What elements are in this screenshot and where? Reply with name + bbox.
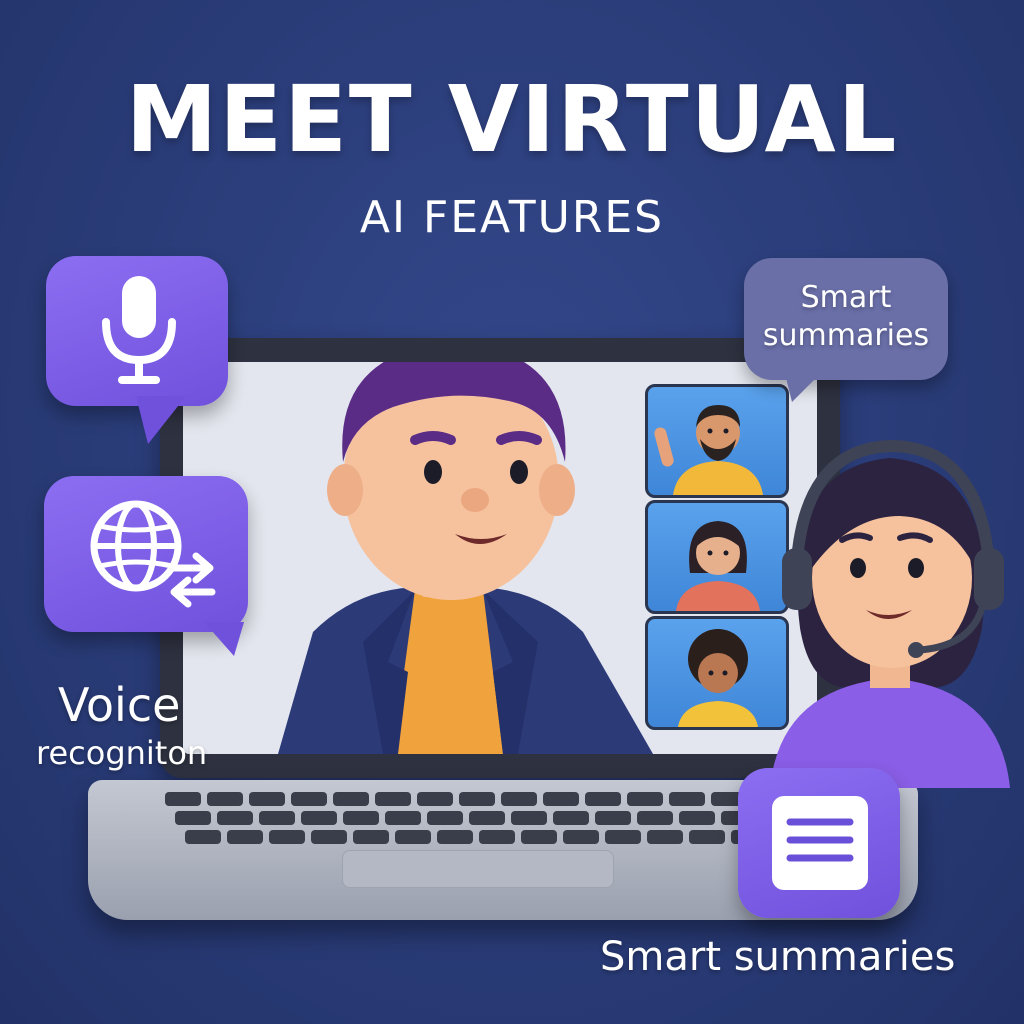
keyboard-key (353, 830, 389, 844)
keyboard (165, 792, 767, 848)
keyboard-key (669, 792, 705, 806)
keyboard-key (417, 792, 453, 806)
keyboard-key (207, 792, 243, 806)
keyboard-key (553, 811, 589, 825)
summary-chip-line2: summaries (762, 318, 930, 353)
keyboard-key (647, 830, 683, 844)
keyboard-key (595, 811, 631, 825)
keyboard-key (563, 830, 599, 844)
keyboard-key (217, 811, 253, 825)
keyboard-key (375, 792, 411, 806)
participant-tile[interactable] (645, 384, 789, 498)
keyboard-key (543, 792, 579, 806)
keyboard-key (227, 830, 263, 844)
keyboard-key (605, 830, 641, 844)
summary-chip[interactable]: Smart summaries (744, 258, 948, 402)
keyboard-key (311, 830, 347, 844)
keyboard-key (385, 811, 421, 825)
keyboard-key (165, 792, 201, 806)
microphone-icon (102, 276, 176, 384)
keyboard-key (437, 830, 473, 844)
keyboard-key (501, 792, 537, 806)
keyboard-key (469, 811, 505, 825)
translate-feature-bubble[interactable] (44, 476, 248, 656)
summary-feature-card[interactable] (738, 768, 900, 918)
keyboard-key (427, 811, 463, 825)
keyboard-key (459, 792, 495, 806)
document-lines-icon (772, 796, 868, 890)
page-subtitle: AI FEATURES (359, 192, 665, 243)
keyboard-key (395, 830, 431, 844)
keyboard-key (301, 811, 337, 825)
bubble-tail (204, 622, 244, 656)
video-call-screen (183, 362, 817, 754)
participant-curly-avatar (678, 629, 758, 727)
globe-translate-icon (90, 500, 216, 608)
participant-waving-avatar (654, 405, 763, 495)
support-agent-avatar (770, 439, 1010, 788)
keyboard-key (269, 830, 305, 844)
keyboard-key (585, 792, 621, 806)
keyboard-key (479, 830, 515, 844)
voice-label: Voice (58, 678, 181, 732)
bubble-tail (136, 396, 186, 444)
keyboard-key (343, 811, 379, 825)
summary-label: Smart summaries (600, 934, 956, 980)
voice-sublabel: recogniton (36, 734, 208, 772)
bubble-tail (784, 370, 824, 402)
keyboard-key (249, 792, 285, 806)
trackpad (342, 850, 614, 888)
voice-feature-bubble[interactable] (46, 256, 228, 444)
keyboard-key (511, 811, 547, 825)
keyboard-key (291, 792, 327, 806)
keyboard-key (175, 811, 211, 825)
keyboard-key (521, 830, 557, 844)
participant-tile[interactable] (645, 500, 789, 614)
page-title: MEET VIRTUAL (125, 66, 899, 173)
keyboard-key (185, 830, 221, 844)
keyboard-key (689, 830, 725, 844)
keyboard-key (627, 792, 663, 806)
summary-chip-line1: Smart (800, 280, 892, 315)
keyboard-key (679, 811, 715, 825)
keyboard-key (333, 792, 369, 806)
keyboard-key (637, 811, 673, 825)
participant-woman-avatar (676, 521, 760, 611)
keyboard-key (259, 811, 295, 825)
participant-tile[interactable] (645, 616, 789, 730)
